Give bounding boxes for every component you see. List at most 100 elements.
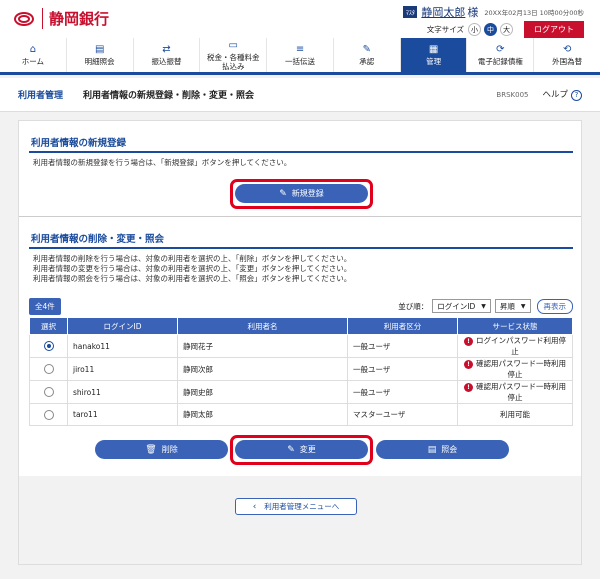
breadcrumb: 利用者管理 利用者情報の新規登録・削除・変更・照会 BRSK005 ヘルプ? — [0, 78, 600, 112]
chevron-left-icon: ‹ — [252, 501, 257, 512]
logout-button[interactable]: ログアウト — [524, 21, 584, 38]
register-description: 利用者情報の新規登録を行う場合は、「新規登録」ボタンを押してください。 — [33, 158, 292, 167]
font-size-label: 文字サイズ — [426, 25, 464, 34]
select-radio[interactable] — [43, 409, 54, 420]
transfer-icon: ⇄ — [162, 44, 171, 55]
table-row[interactable]: taro11 静岡太郎 マスターユーザ 利用可能 — [29, 403, 573, 426]
document-icon: ▤ — [94, 44, 105, 55]
batch-icon: ≡ — [295, 44, 305, 55]
document-search-icon: ▤ — [427, 444, 437, 455]
chevron-down-icon: ▼ — [481, 302, 486, 310]
user-name-link[interactable]: 静岡太郎 — [421, 4, 465, 20]
back-to-menu-button[interactable]: ‹ 利用者管理メニューへ — [235, 498, 357, 515]
column-header: サービス状態 — [457, 317, 573, 335]
home-icon: ⌂ — [29, 44, 37, 55]
header: 静岡銀行 ﾏｽﾀ 静岡太郎 様 20XX年02月13日 10時00分00秒 文字… — [0, 0, 600, 38]
user-type-cell: 一般ユーザ — [347, 357, 458, 381]
nav-transfer[interactable]: ⇄ 振込振替 — [134, 38, 201, 72]
column-header: 利用者区分 — [347, 317, 458, 335]
warning-icon: ! — [464, 382, 473, 392]
edit-description: 利用者情報の削除を行う場合は、対象の利用者を選択の上、「削除」ボタンを押してくだ… — [33, 254, 352, 283]
column-header: 選択 — [29, 317, 68, 335]
register-section-title: 利用者情報の新規登録 — [31, 138, 127, 149]
login-id-cell: shiro11 — [67, 380, 178, 404]
status-cell: ! 確認用パスワード一時利用停止 — [457, 357, 573, 381]
pencil-icon: ✎ — [279, 188, 287, 199]
status-cell: 利用可能 — [457, 403, 573, 426]
status-cell: ! 確認用パスワード一時利用停止 — [457, 380, 573, 404]
table-toolbar: 全4件 並び順： ログインID ▼ 昇順 ▼ 再表示 — [29, 296, 573, 316]
warning-icon: ! — [464, 336, 473, 346]
font-size-large-button[interactable]: 大 — [500, 23, 513, 36]
chevron-down-icon: ▼ — [520, 302, 526, 310]
login-id-cell: taro11 — [67, 403, 178, 426]
font-size-medium-button[interactable]: 中 — [484, 23, 497, 36]
user-name-cell: 静岡花子 — [177, 334, 348, 358]
column-header: 利用者名 — [177, 317, 348, 335]
font-size-controls: 文字サイズ 小 中 大 ログアウト — [427, 21, 584, 38]
nav-manage[interactable]: ▦ 管理 — [400, 38, 468, 72]
redisplay-button[interactable]: 再表示 — [536, 298, 573, 314]
nav-statement[interactable]: ▤ 明細照会 — [67, 38, 134, 72]
table-row[interactable]: hanako11 静岡花子 一般ユーザ ! ログインパスワード利用停止 — [29, 334, 573, 358]
nav-payment[interactable]: ▭ 税金・各種料金 払込み — [200, 38, 268, 72]
edit-section-title: 利用者情報の削除・変更・照会 — [31, 234, 165, 245]
login-id-cell: jiro11 — [67, 357, 178, 381]
sort-order-select[interactable]: 昇順 ▼ — [494, 299, 531, 313]
user-info: ﾏｽﾀ 静岡太郎 様 20XX年02月13日 10時00分00秒 — [403, 4, 584, 20]
login-time: 20XX年02月13日 10時00分00秒 — [484, 9, 584, 17]
select-radio[interactable] — [43, 387, 54, 397]
nav-home[interactable]: ⌂ ホーム — [0, 38, 67, 72]
user-name-cell: 静岡史郎 — [177, 380, 348, 404]
nav-e-record[interactable]: ⟳ 電子記録債権 — [467, 38, 535, 72]
warning-icon: ! — [464, 359, 473, 369]
screen-code: BRSK005 — [496, 90, 529, 99]
user-table: 選択 ログインID 利用者名 利用者区分 サービス状態 hanako11 静岡花… — [29, 317, 573, 426]
user-type-cell: マスターユーザ — [347, 403, 458, 426]
user-name-cell: 静岡太郎 — [177, 403, 348, 426]
user-name-cell: 静岡次郎 — [177, 357, 348, 381]
status-cell: ! ログインパスワード利用停止 — [457, 334, 573, 358]
table-row[interactable]: shiro11 静岡史郎 一般ユーザ ! 確認用パスワード一時利用停止 — [29, 380, 573, 404]
user-type-cell: 一般ユーザ — [347, 380, 458, 404]
nav-forex[interactable]: ⟲ 外国為替 — [534, 38, 600, 72]
column-header: ログインID — [67, 317, 178, 335]
bank-name: 静岡銀行 — [42, 8, 109, 29]
result-count: 全4件 — [29, 297, 61, 315]
sort-key-select[interactable]: ログインID ▼ — [432, 299, 491, 313]
manage-icon: ▦ — [428, 44, 439, 55]
nav-approve[interactable]: ✎ 承認 — [334, 38, 401, 72]
global-nav: ⌂ ホーム ▤ 明細照会 ⇄ 振込振替 ▭ 税金・各種料金 払込み ≡ 一括伝送 ✎ 承認 … — [0, 38, 600, 75]
font-size-small-button[interactable]: 小 — [468, 23, 481, 36]
page-title: 利用者情報の新規登録・削除・変更・照会 — [83, 91, 255, 101]
user-card-icon: ﾏｽﾀ — [403, 6, 418, 18]
login-id-cell: hanako11 — [67, 334, 178, 358]
user-type-cell: 一般ユーザ — [347, 334, 458, 358]
user-suffix: 様 — [467, 6, 479, 19]
bank-logo: 静岡銀行 — [14, 8, 109, 29]
help-link[interactable]: ヘルプ? — [542, 88, 582, 101]
trash-icon: 🗑 — [145, 444, 157, 455]
section-divider — [29, 151, 573, 153]
section-separator — [19, 216, 581, 217]
logo-mark-icon — [14, 11, 34, 26]
payment-icon: ▭ — [228, 39, 238, 51]
table-header-row: 選択 ログインID 利用者名 利用者区分 サービス状態 — [29, 317, 573, 335]
delete-button[interactable]: 🗑 削除 — [95, 440, 228, 459]
approve-icon: ✎ — [362, 44, 371, 55]
main-card: 利用者情報の新規登録 利用者情報の新規登録を行う場合は、「新規登録」ボタンを押し… — [18, 120, 582, 565]
pencil-icon: ✎ — [287, 444, 295, 455]
select-radio[interactable] — [43, 364, 54, 374]
table-row[interactable]: jiro11 静岡次郎 一般ユーザ ! 確認用パスワード一時利用停止 — [29, 357, 573, 381]
help-icon: ? — [571, 89, 582, 101]
inquiry-button[interactable]: ▤ 照会 — [376, 440, 509, 459]
nav-batch[interactable]: ≡ 一括伝送 — [267, 38, 334, 72]
breadcrumb-section: 利用者管理 — [18, 91, 64, 101]
section-divider — [29, 247, 573, 249]
select-radio[interactable] — [43, 341, 54, 351]
change-button[interactable]: ✎ 変更 — [235, 440, 368, 459]
register-button[interactable]: ✎ 新規登録 — [235, 184, 368, 203]
footer-area: ‹ 利用者管理メニューへ — [19, 476, 581, 564]
forex-icon: ⟲ — [562, 44, 572, 55]
e-record-icon: ⟳ — [496, 44, 505, 55]
